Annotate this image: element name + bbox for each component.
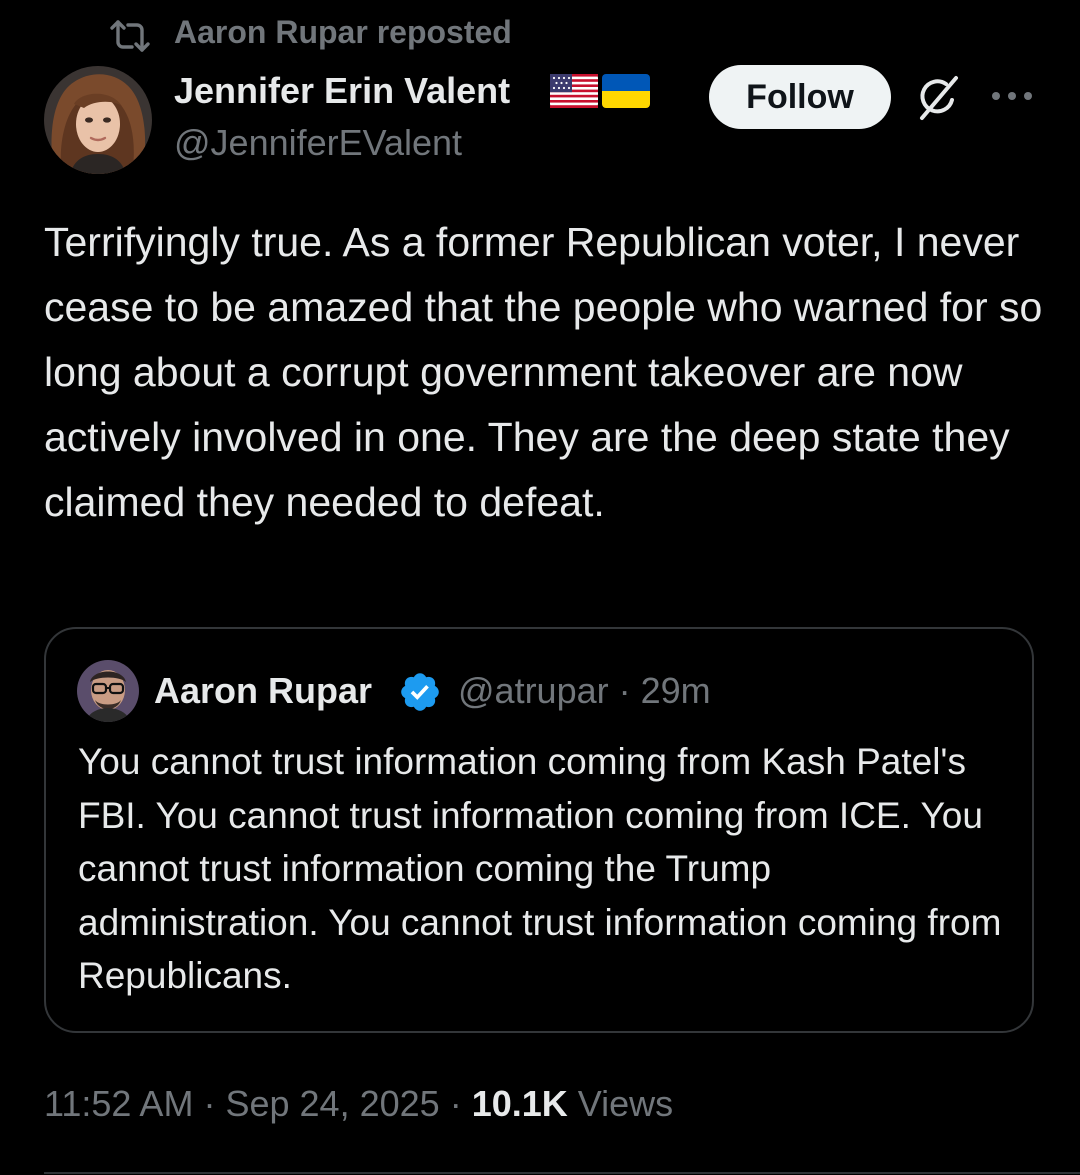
divider xyxy=(44,1172,1080,1174)
quoted-tweet-text: You cannot trust information coming from… xyxy=(78,741,1002,996)
follow-button[interactable]: Follow xyxy=(709,65,891,129)
quoted-author-handle[interactable]: @atrupar xyxy=(458,670,609,711)
tweet-time[interactable]: 11:52 AM xyxy=(44,1083,193,1124)
more-icon[interactable] xyxy=(990,84,1034,108)
us-flag-icon xyxy=(550,74,598,108)
avatar-image xyxy=(44,66,152,174)
repost-icon xyxy=(110,20,150,52)
views-label[interactable]: Views xyxy=(578,1083,673,1124)
quoted-avatar-image xyxy=(77,660,139,722)
views-count[interactable]: 10.1K xyxy=(472,1083,568,1124)
footer-separator-1: · xyxy=(203,1083,216,1124)
quoted-meta: @atrupar · 29m xyxy=(458,668,711,714)
tweet-date[interactable]: Sep 24, 2025 xyxy=(225,1083,439,1124)
repost-label[interactable]: Aaron Rupar reposted xyxy=(174,12,512,52)
quoted-author-avatar[interactable] xyxy=(77,660,139,722)
tweet-text: Terrifyingly true. As a former Republica… xyxy=(44,219,1043,525)
quoted-meta-separator: · xyxy=(618,670,631,711)
verified-badge-icon xyxy=(401,673,439,711)
grok-icon[interactable] xyxy=(914,74,962,122)
footer-separator-2: · xyxy=(449,1083,462,1124)
author-display-name[interactable]: Jennifer Erin Valent xyxy=(174,68,510,114)
author-avatar[interactable] xyxy=(44,66,152,174)
tweet-meta-footer: 11:52 AM · Sep 24, 2025 · 10.1K Views xyxy=(44,1080,673,1128)
author-handle[interactable]: @JenniferEValent xyxy=(174,120,462,166)
quoted-author-name[interactable]: Aaron Rupar xyxy=(154,668,372,714)
quoted-time-ago[interactable]: 29m xyxy=(641,670,711,711)
ukraine-flag-icon xyxy=(602,74,650,108)
